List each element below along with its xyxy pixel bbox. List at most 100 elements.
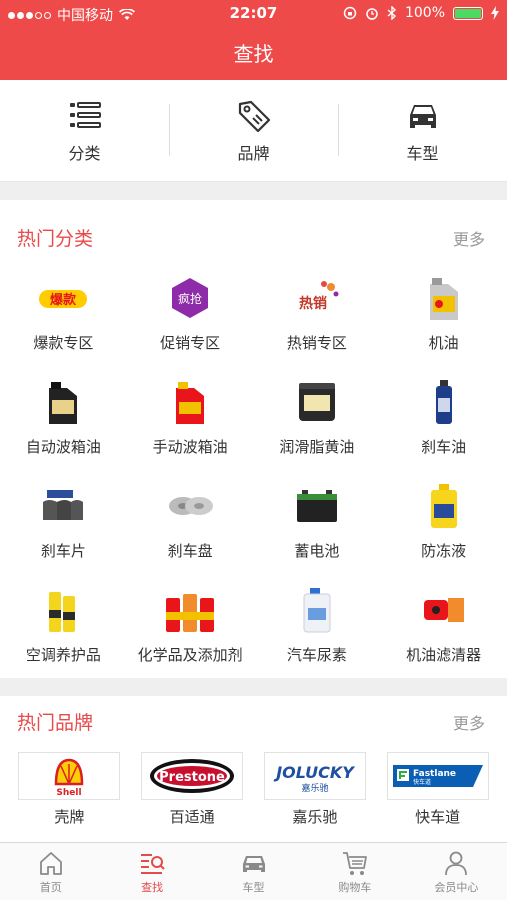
- category-label: 空调养护品: [25, 646, 101, 664]
- brand-label: 百适通: [169, 808, 215, 826]
- category-item[interactable]: 空调养护品: [0, 582, 127, 686]
- brake-pad-icon: [35, 478, 91, 534]
- brake-disc-icon: [162, 478, 218, 534]
- quick-tabs: 分类 品牌 车型: [0, 80, 507, 182]
- brand-label: 壳牌: [54, 808, 85, 826]
- tab-car-model-label: 车型: [406, 143, 439, 163]
- category-item[interactable]: 疯抢 促销专区: [127, 270, 254, 374]
- svg-text:嘉乐驰: 嘉乐驰: [301, 782, 328, 794]
- category-label: 自动波箱油: [25, 438, 101, 456]
- antifreeze-icon: [416, 478, 472, 534]
- category-item[interactable]: 刹车盘: [127, 478, 254, 582]
- user-icon: [445, 851, 468, 875]
- category-item[interactable]: 防冻液: [380, 478, 507, 582]
- additive-icon: [162, 582, 218, 638]
- tab-search[interactable]: 查找: [101, 843, 202, 900]
- category-item[interactable]: 蓄电池: [254, 478, 381, 582]
- search-list-icon: [141, 853, 165, 874]
- status-bar: 中国移动 22:07 100%: [0, 0, 507, 28]
- tab-brand[interactable]: 品牌: [169, 80, 338, 181]
- fastlane-logo: Fastlane 快车道: [386, 752, 489, 800]
- battery-icon: [289, 478, 345, 534]
- grease-icon: [289, 374, 345, 430]
- brand-item[interactable]: Fastlane 快车道 快车道: [386, 752, 490, 827]
- category-item[interactable]: 爆款 爆款专区: [0, 270, 127, 374]
- tag-icon: [238, 100, 270, 132]
- brand-item[interactable]: Shell 壳牌: [17, 752, 121, 827]
- oil-filter-icon: [416, 582, 472, 638]
- svg-text:Shell: Shell: [57, 788, 82, 798]
- home-icon: [39, 851, 62, 875]
- category-label: 防冻液: [421, 542, 467, 560]
- svg-text:Prestone: Prestone: [159, 770, 225, 785]
- category-item[interactable]: 热销 热销专区: [254, 270, 381, 374]
- category-label: 刹车片: [40, 542, 86, 560]
- category-label: 机油滤清器: [406, 646, 482, 664]
- tab-car-label: 车型: [242, 880, 265, 894]
- category-label: 手动波箱油: [152, 438, 228, 456]
- list-icon: [69, 101, 101, 128]
- svg-text:JOLUCKY: JOLUCKY: [273, 763, 355, 782]
- hot-categories-section: 热门分类 更多 爆款 爆款专区 疯抢 促销专区 热销 热销专区 机油 自动波箱油…: [0, 200, 507, 678]
- promotion-icon: 疯抢: [162, 270, 218, 326]
- battery-icon: [453, 6, 483, 20]
- section-title: 热门分类: [17, 228, 94, 250]
- car-icon: [242, 855, 265, 872]
- tab-cart-label: 购物车: [338, 880, 372, 894]
- more-link[interactable]: 更多: [453, 710, 485, 734]
- tab-category[interactable]: 分类: [0, 80, 169, 181]
- tab-home[interactable]: 首页: [0, 843, 101, 900]
- category-item[interactable]: 自动波箱油: [0, 374, 127, 478]
- category-label: 润滑脂黄油: [279, 438, 355, 456]
- rotation-lock-icon: [343, 6, 357, 20]
- section-title: 热门品牌: [17, 712, 94, 734]
- category-label: 化学品及添加剂: [137, 646, 243, 664]
- brand-item[interactable]: Prestone 百适通: [140, 752, 244, 827]
- category-item[interactable]: 化学品及添加剂: [127, 582, 254, 686]
- tab-brand-label: 品牌: [237, 143, 270, 163]
- manual-transmission-oil-icon: [162, 374, 218, 430]
- category-label: 机油: [428, 334, 459, 352]
- category-label: 刹车油: [421, 438, 467, 456]
- car-icon: [409, 104, 436, 128]
- category-label: 刹车盘: [167, 542, 213, 560]
- hot-deal-icon: 爆款: [35, 270, 91, 326]
- category-item[interactable]: 刹车油: [380, 374, 507, 478]
- svg-text:疯抢: 疯抢: [178, 291, 202, 306]
- tab-home-label: 首页: [39, 880, 62, 894]
- svg-text:Fastlane: Fastlane: [413, 769, 456, 779]
- category-item[interactable]: 机油滤清器: [380, 582, 507, 686]
- best-seller-icon: 热销: [289, 270, 345, 326]
- category-item[interactable]: 手动波箱油: [127, 374, 254, 478]
- auto-transmission-oil-icon: [35, 374, 91, 430]
- tab-category-label: 分类: [68, 143, 101, 163]
- tab-car-model[interactable]: 车型: [338, 80, 507, 181]
- category-item[interactable]: 润滑脂黄油: [254, 374, 381, 478]
- svg-text:爆款: 爆款: [50, 292, 77, 308]
- category-label: 促销专区: [160, 334, 221, 352]
- svg-text:快车道: 快车道: [413, 778, 431, 786]
- bottom-tab-bar: 首页 查找 车型 购物车 会员中心: [0, 842, 507, 900]
- battery-percent: 100%: [404, 5, 445, 21]
- cart-icon: [342, 851, 367, 875]
- category-item[interactable]: 刹车片: [0, 478, 127, 582]
- more-link[interactable]: 更多: [453, 226, 485, 250]
- category-label: 热销专区: [286, 334, 347, 352]
- category-label: 爆款专区: [33, 334, 94, 352]
- ac-care-icon: [35, 582, 91, 638]
- tab-cart[interactable]: 购物车: [304, 843, 405, 900]
- hot-brands-section: 热门品牌 更多 Shell 壳牌 Prestone 百适通 JOLUCKY 嘉乐…: [0, 696, 507, 842]
- category-label: 汽车尿素: [286, 646, 347, 664]
- urea-icon: [289, 582, 345, 638]
- brand-item[interactable]: JOLUCKY 嘉乐驰 嘉乐驰: [263, 752, 367, 827]
- category-label: 蓄电池: [294, 542, 340, 560]
- category-item[interactable]: 汽车尿素: [254, 582, 381, 686]
- tab-member-label: 会员中心: [434, 880, 479, 894]
- brand-label: 快车道: [415, 808, 461, 826]
- tab-member[interactable]: 会员中心: [406, 843, 507, 900]
- top-bar: 中国移动 22:07 100% 查找: [0, 0, 507, 80]
- tab-car[interactable]: 车型: [203, 843, 304, 900]
- category-item[interactable]: 机油: [380, 270, 507, 374]
- tab-search-label: 查找: [141, 880, 164, 894]
- jolucky-logo: JOLUCKY 嘉乐驰: [263, 752, 366, 800]
